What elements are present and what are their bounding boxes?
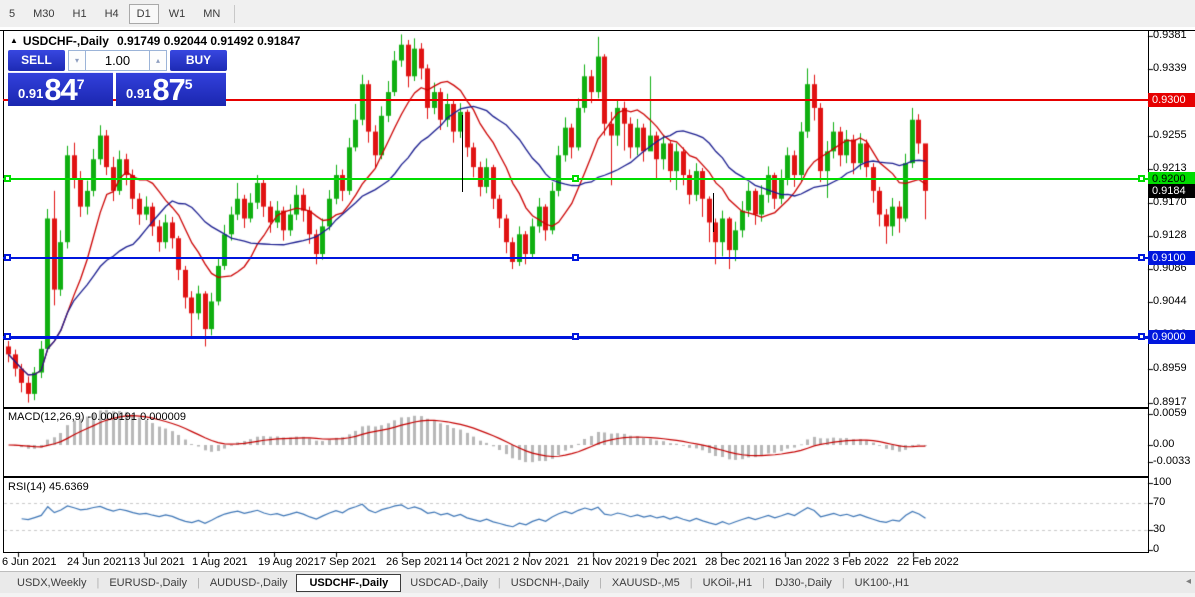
price-tag-0.9100: 0.9100 [1148, 251, 1195, 265]
line-handle[interactable] [4, 175, 11, 182]
sell-price-display[interactable]: 0.91 84 7 [8, 72, 113, 106]
tab-dj30-daily[interactable]: DJ30-,Daily [766, 574, 841, 592]
macd-value-signal: 0.000009 [140, 411, 186, 423]
buy-price-big: 87 [152, 72, 185, 107]
date-label: 28 Dec 2021 [705, 556, 768, 568]
line-handle[interactable] [4, 333, 11, 340]
chart-border-left [3, 30, 4, 553]
buy-price-prefix: 0.91 [126, 86, 152, 101]
price-tick-label: 0.9339 [1153, 62, 1187, 75]
timeframe-button-mn[interactable]: MN [195, 4, 228, 24]
macd-pane-label: MACD(12,26,9) -0.000191 0.000009 [8, 411, 186, 423]
price-tag-0.9184: 0.9184 [1148, 184, 1195, 199]
timeframe-toolbar: 5 M30 H1 H4 D1 W1 MN [0, 0, 1195, 27]
timeframe-button-d1[interactable]: D1 [128, 3, 159, 24]
line-handle[interactable] [1138, 175, 1145, 182]
vertical-line-object[interactable] [462, 115, 463, 192]
price-tag-0.9300: 0.9300 [1148, 93, 1195, 107]
volume-increase-button[interactable]: ▴ [149, 50, 167, 71]
line-handle[interactable] [572, 175, 579, 182]
volume-decrease-button[interactable]: ▾ [68, 50, 86, 71]
chart-symbol-label: USDCHF-,Daily [22, 34, 109, 48]
price-tick-label: 0.9044 [1153, 295, 1187, 308]
macd-value-main: -0.000191 [87, 411, 138, 423]
price-tick-label: 0.9128 [1153, 228, 1187, 241]
rsi-label: RSI(14) [8, 481, 46, 493]
price-tick-label: 0.8959 [1153, 362, 1187, 375]
tab-uk100-h1[interactable]: UK100-,H1 [846, 574, 918, 592]
date-label: 13 Jul 2021 [128, 556, 185, 568]
price-tick-label: 0.9381 [1153, 29, 1187, 41]
status-strip [0, 593, 1195, 597]
rsi-pane-label: RSI(14) 45.6369 [8, 481, 89, 493]
price-tick-label: 0.9255 [1153, 128, 1187, 141]
macd-pane-separator [3, 407, 1149, 409]
rsi-axis-label: 0 [1153, 543, 1160, 555]
tab-usdcad-daily[interactable]: USDCAD-,Daily [401, 574, 497, 592]
tab-ukoil-h1[interactable]: UKOil-,H1 [694, 574, 762, 592]
collapse-arrow-icon[interactable]: ▲ [10, 36, 18, 45]
timeframe-button-w1[interactable]: W1 [161, 4, 194, 24]
line-handle[interactable] [572, 333, 579, 340]
chart-tab-bar: USDX,Weekly | EURUSD-,Daily | AUDUSD-,Daily U… [0, 571, 1195, 593]
line-handle[interactable] [1138, 333, 1145, 340]
one-click-trading-panel: SELL ▾ ▴ BUY 0.91 84 7 0.91 87 5 [8, 50, 227, 106]
buy-price-pip: 5 [184, 76, 193, 92]
chart-border-bottom [3, 552, 1149, 553]
rsi-axis-label: 30 [1153, 522, 1166, 535]
line-handle[interactable] [1138, 254, 1145, 261]
rsi-axis-label: 70 [1153, 496, 1166, 509]
vertical-line-object[interactable] [713, 193, 714, 232]
buy-button[interactable]: BUY [170, 50, 227, 71]
sell-price-big: 84 [44, 72, 77, 107]
date-label: 19 Aug 2021 [258, 556, 320, 568]
tab-audusd-daily[interactable]: AUDUSD-,Daily [201, 574, 297, 592]
date-label: 3 Feb 2022 [833, 556, 889, 568]
sell-button[interactable]: SELL [8, 50, 65, 71]
date-label: 14 Oct 2021 [450, 556, 510, 568]
chart-ohlc-values: 0.91749 0.92044 0.91492 0.91847 [116, 34, 301, 48]
chart-border-top [0, 30, 1195, 31]
tab-usdx-weekly[interactable]: USDX,Weekly [8, 574, 95, 592]
date-label: 9 Dec 2021 [641, 556, 698, 568]
price-axis-line [1148, 30, 1149, 553]
chart-title: ▲ USDCHF-,Daily 0.91749 0.92044 0.91492 0.… [10, 34, 300, 48]
tab-usdchf-daily[interactable]: USDCHF-,Daily [296, 573, 402, 592]
timeframe-button-h1[interactable]: H1 [65, 4, 95, 24]
line-handle[interactable] [4, 254, 11, 261]
tab-scroll-left-icon[interactable]: ◂ [1186, 576, 1191, 587]
date-label: 7 Sep 2021 [320, 556, 377, 568]
rsi-value: 45.6369 [48, 481, 89, 493]
tab-eurusd-daily[interactable]: EURUSD-,Daily [100, 574, 196, 592]
tab-xauusd-m5[interactable]: XAUUSD-,M5 [603, 574, 689, 592]
buy-price-display[interactable]: 0.91 87 5 [116, 72, 226, 106]
date-label: 2 Nov 2021 [513, 556, 570, 568]
macd-label: MACD(12,26,9) [8, 411, 85, 423]
macd-axis-label: -0.0033 [1153, 455, 1191, 468]
date-label: 1 Aug 2021 [192, 556, 248, 568]
tab-usdcnh-daily[interactable]: USDCNH-,Daily [502, 574, 598, 592]
price-tag-0.9000: 0.9000 [1148, 330, 1195, 344]
price-tick-label: 0.8917 [1153, 395, 1187, 408]
date-label: 22 Feb 2022 [897, 556, 959, 568]
sell-price-pip: 7 [76, 76, 85, 92]
timeframe-button-m30[interactable]: M30 [25, 4, 62, 24]
toolbar-separator [234, 4, 236, 23]
macd-axis-label: 0.00 [1153, 438, 1175, 450]
date-label: 24 Jun 2021 [67, 556, 128, 568]
date-label: 21 Nov 2021 [577, 556, 640, 568]
rsi-pane-separator [3, 476, 1149, 478]
date-label: 26 Sep 2021 [386, 556, 449, 568]
rsi-axis-label: 100 [1153, 476, 1172, 488]
timeframe-button-5[interactable]: 5 [1, 4, 23, 24]
timeframe-button-h4[interactable]: H4 [97, 4, 127, 24]
line-handle[interactable] [572, 254, 579, 261]
volume-input[interactable] [86, 50, 149, 71]
date-label: 6 Jun 2021 [2, 556, 57, 568]
sell-price-prefix: 0.91 [18, 86, 44, 101]
date-label: 16 Jan 2022 [769, 556, 830, 568]
macd-axis-label: 0.0059 [1153, 407, 1187, 419]
